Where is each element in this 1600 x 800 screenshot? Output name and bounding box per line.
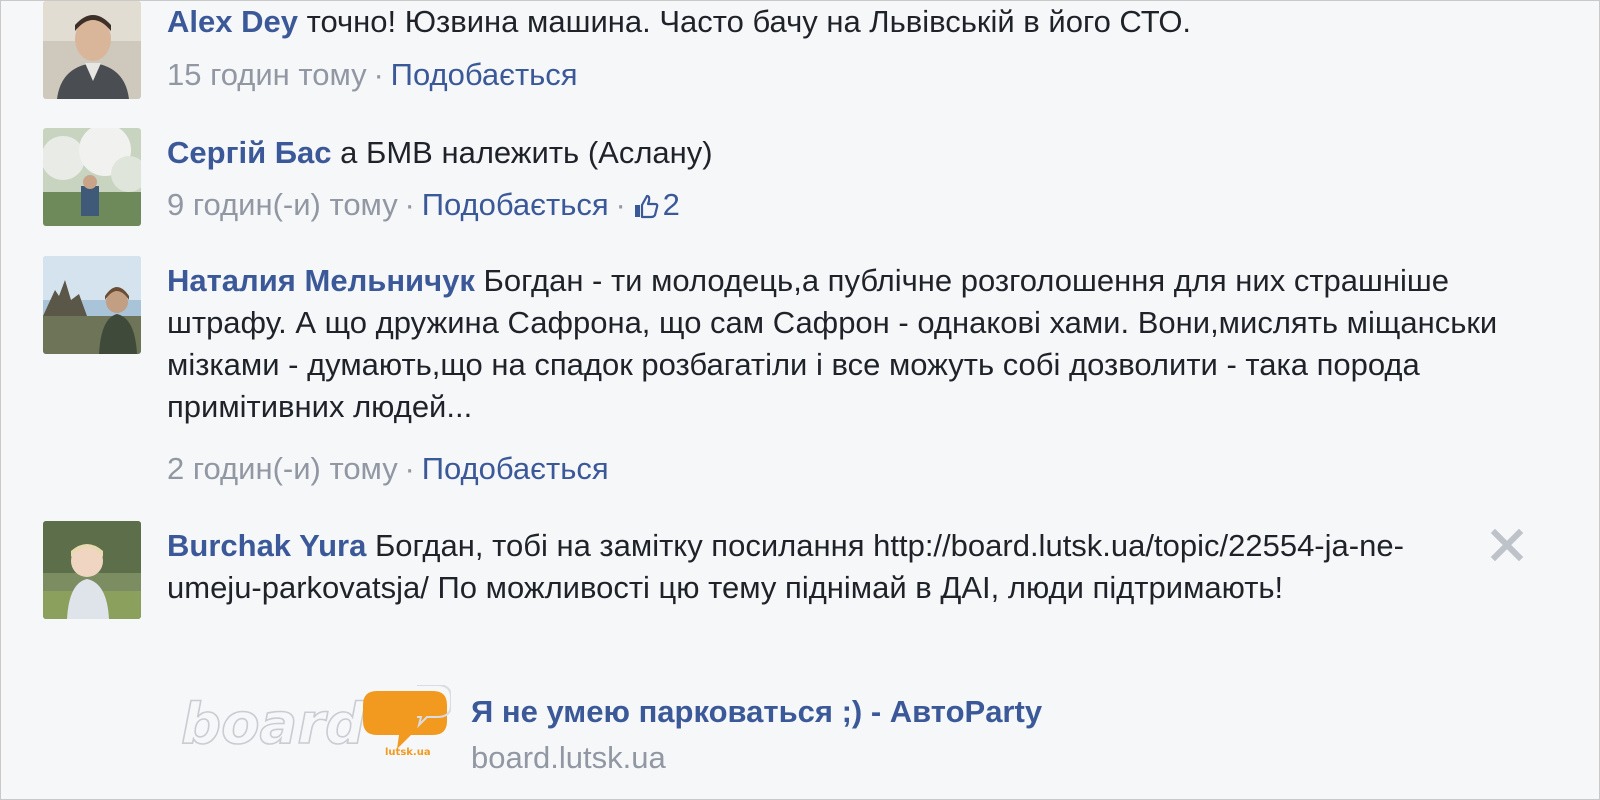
like-count[interactable]: 2 xyxy=(633,187,680,222)
like-count-value: 2 xyxy=(662,187,680,222)
comment-author[interactable]: Alex Dey xyxy=(167,4,298,39)
site-logo: board lutsk.ua xyxy=(179,684,452,761)
comment-time[interactable]: 15 годин тому xyxy=(167,57,367,92)
comment-body: Сергій Бас а БМВ належить (Аслану) xyxy=(167,132,1547,174)
comment-meta: 2 годин(-и) тому · Подобається xyxy=(167,448,609,490)
comment-time[interactable]: 9 годин(-и) тому xyxy=(167,187,398,222)
separator: · xyxy=(373,57,384,92)
logo-subtext: lutsk.ua xyxy=(385,747,431,758)
avatar[interactable] xyxy=(43,521,141,619)
comment-body: Наталия Мельничук Богдан - ти молодець,а… xyxy=(167,260,1527,428)
comment-author[interactable]: Burchak Yura xyxy=(167,528,366,563)
like-link[interactable]: Подобається xyxy=(422,187,609,222)
comments-panel: Alex Dey точно! Юзвина машина. Часто бач… xyxy=(0,0,1600,800)
close-icon[interactable] xyxy=(1487,525,1527,565)
thumbs-up-icon xyxy=(634,194,658,219)
like-link[interactable]: Подобається xyxy=(422,451,609,486)
comment-meta: 15 годин тому · Подобається xyxy=(167,54,578,96)
comment-time[interactable]: 2 годин(-и) тому xyxy=(167,451,398,486)
separator: · xyxy=(404,451,415,486)
comment-text: а БМВ належить (Аслану) xyxy=(340,135,713,170)
separator: · xyxy=(615,187,626,222)
link-preview[interactable]: board lutsk.ua Я не умею парковаться ;) … xyxy=(171,684,1171,795)
comment-text: точно! Юзвина машина. Часто бачу на Льві… xyxy=(306,4,1192,39)
avatar[interactable] xyxy=(43,1,141,99)
comment-body: Burchak Yura Богдан, тобі на замітку пос… xyxy=(167,525,1487,609)
comment-body: Alex Dey точно! Юзвина машина. Часто бач… xyxy=(167,1,1547,43)
avatar[interactable] xyxy=(43,256,141,354)
avatar[interactable] xyxy=(43,128,141,226)
comment-author[interactable]: Наталия Мельничук xyxy=(167,263,475,298)
logo-text: board xyxy=(181,692,366,757)
separator: · xyxy=(404,187,415,222)
link-preview-title[interactable]: Я не умею парковаться ;) - АвтоParty xyxy=(471,691,1042,733)
like-link[interactable]: Подобається xyxy=(391,57,578,92)
link-preview-domain: board.lutsk.ua xyxy=(471,740,666,775)
comment-meta: 9 годин(-и) тому · Подобається · 2 xyxy=(167,184,680,226)
comment-author[interactable]: Сергій Бас xyxy=(167,135,332,170)
